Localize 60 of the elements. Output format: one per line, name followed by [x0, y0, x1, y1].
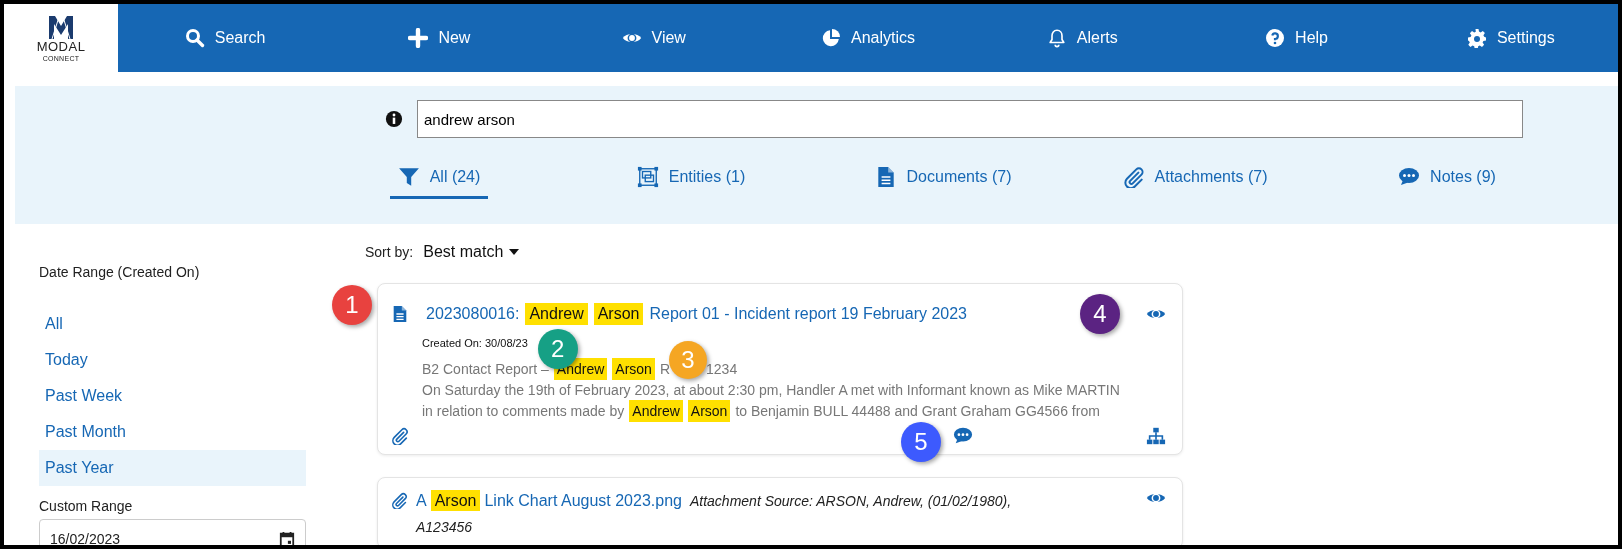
filter-tab[interactable]: Notes (9): [1390, 166, 1504, 199]
attachment-source: A123456: [416, 518, 473, 537]
nav-link[interactable]: View: [546, 4, 761, 72]
highlighted-term: Arson: [687, 399, 731, 422]
snippet-text: 1234: [706, 359, 738, 379]
filter-tab[interactable]: Documents (7): [866, 166, 1020, 199]
filter-tab[interactable]: Entities (1): [628, 166, 754, 199]
highlighted-term: Andrew: [629, 399, 683, 422]
result-title-link[interactable]: 2023080016: Andrew Arson Report 01 - Incident report 19 February 2023: [426, 303, 967, 325]
snippet-text: to Benjamin BULL 44488 and Grant Graham GG4566 from: [735, 401, 1100, 421]
hierarchy-icon[interactable]: [1146, 426, 1166, 446]
comment-icon: [1398, 166, 1421, 188]
entity-icon: [636, 166, 659, 188]
date-range-option[interactable]: Today: [39, 342, 306, 378]
nav-link[interactable]: Analytics: [760, 4, 976, 72]
snippet-text: B2 Contact Report –: [422, 359, 549, 379]
paperclip-icon: [1122, 166, 1145, 188]
date-range-option[interactable]: Past Month: [39, 414, 306, 450]
sort-label: Sort by:: [365, 244, 414, 260]
callout-marker: 1: [332, 285, 372, 325]
result-title-link[interactable]: A Arson Link Chart August 2023.png: [416, 488, 682, 514]
nav-link[interactable]: Search: [118, 4, 333, 72]
callout-marker: 4: [1080, 294, 1120, 334]
plus-icon: [408, 28, 429, 48]
calendar-icon: [279, 531, 295, 545]
nav-link[interactable]: Alerts: [975, 4, 1190, 72]
highlighted-term: Arson: [612, 357, 655, 380]
paperclip-icon: [391, 492, 408, 509]
date-field[interactable]: 16/02/2023: [39, 519, 306, 545]
logo-icon: [47, 14, 75, 41]
pie-chart-icon: [820, 28, 841, 48]
custom-range-label: Custom Range: [39, 498, 134, 514]
settings-icon: [1466, 28, 1487, 48]
info-icon: [385, 110, 403, 128]
filter-icon: [397, 166, 420, 188]
sort-dropdown[interactable]: Best match: [423, 243, 520, 261]
search-icon: [184, 28, 205, 48]
nav-link[interactable]: New: [332, 4, 547, 72]
callout-marker: 5: [901, 422, 941, 462]
nav-link[interactable]: Settings: [1403, 4, 1618, 72]
date-range-option[interactable]: All: [39, 306, 306, 342]
date-range-option[interactable]: Past Year: [39, 450, 306, 486]
callout-marker: 3: [669, 340, 708, 379]
attachment-source: Attachment Source: ARSON, Andrew, (01/02/1980),: [689, 492, 1012, 511]
filter-tab[interactable]: Attachments (7): [1114, 166, 1276, 199]
document-icon: [391, 305, 409, 323]
snippet-text: in relation to comments made by: [422, 401, 625, 421]
comment-icon[interactable]: [952, 426, 973, 446]
logo-text: MODAL: [36, 40, 86, 55]
filter-tab[interactable]: All (24): [389, 166, 489, 199]
bell-icon: [1046, 28, 1067, 48]
date-range-heading: Date Range (Created On): [39, 264, 201, 280]
search-field[interactable]: andrew arson: [417, 100, 1523, 138]
created-date: Created On: 30/08/23: [422, 337, 528, 349]
nav-link[interactable]: Help: [1189, 4, 1404, 72]
paperclip-icon[interactable]: [391, 427, 409, 445]
date-range-option[interactable]: Past Week: [39, 378, 306, 414]
snippet-text: R: [659, 359, 671, 379]
snippet-text: On Saturday the 19th of February 2023, at about 2:30 pm, Handler A met with Informant known as Mike MARTIN: [422, 380, 1120, 400]
help-icon: [1265, 28, 1286, 48]
